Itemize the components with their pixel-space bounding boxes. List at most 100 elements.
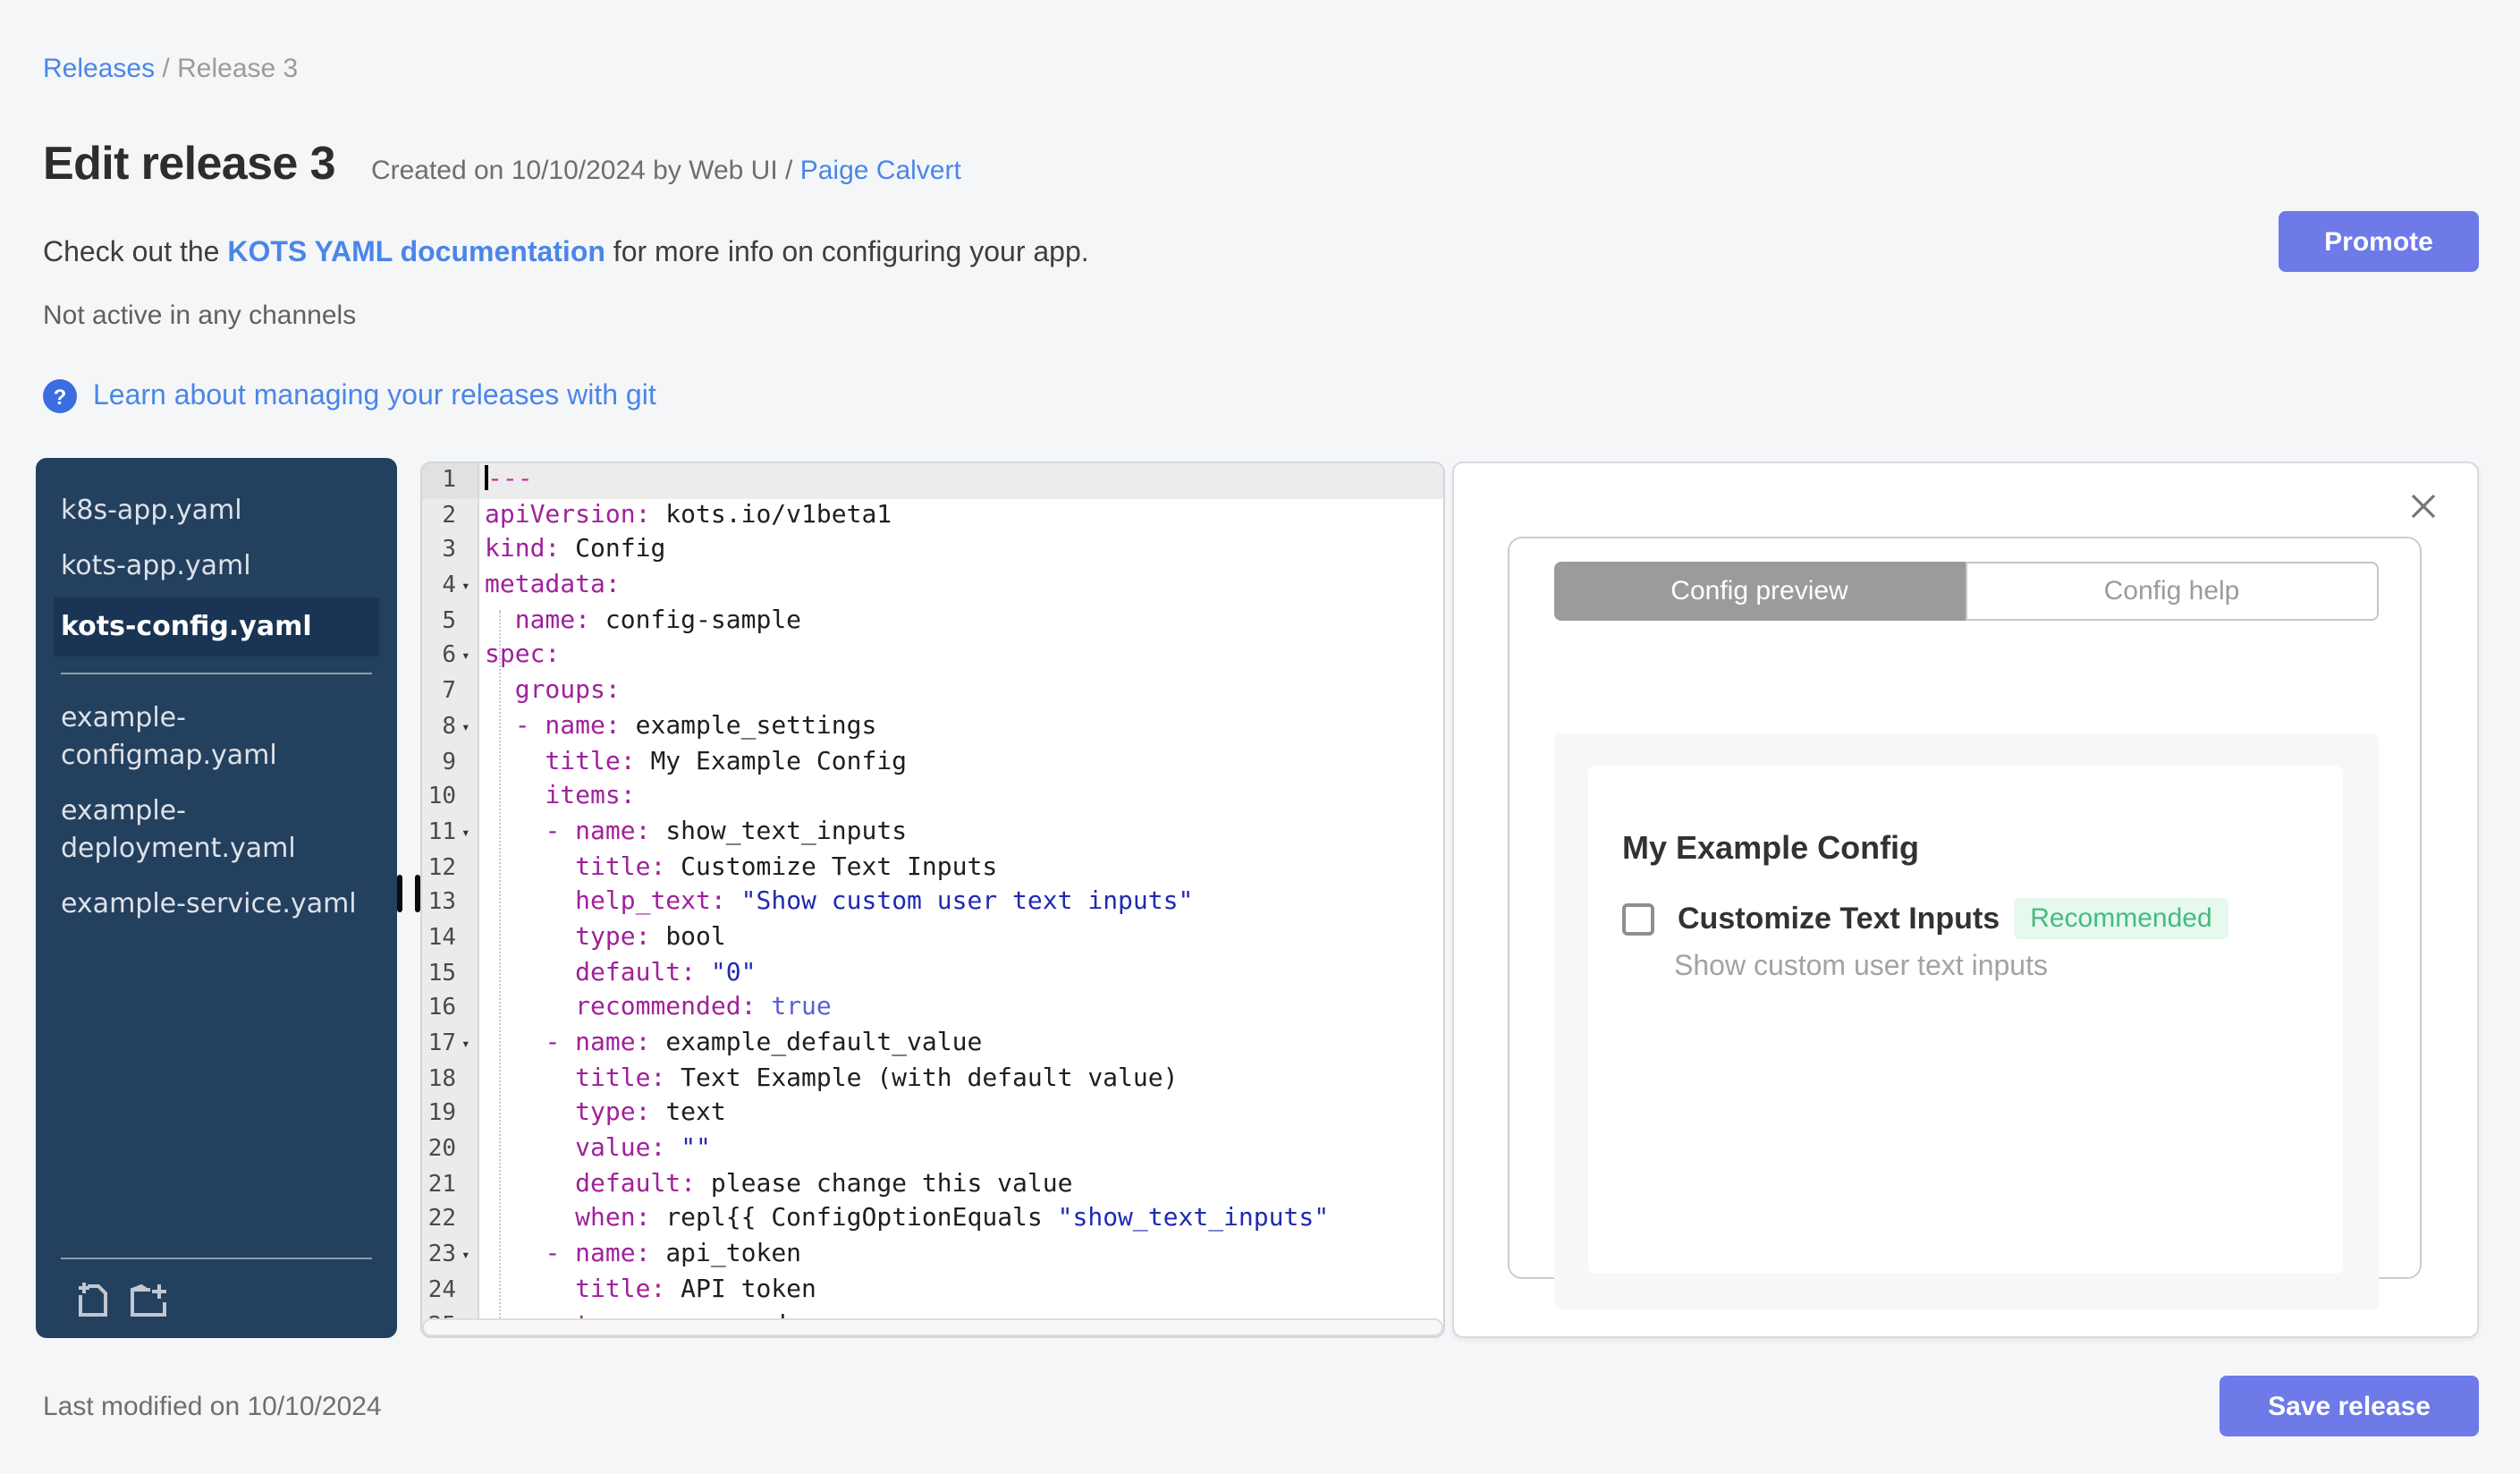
sidebar-file-kots-config.yaml[interactable]: kots-config.yaml bbox=[54, 597, 379, 657]
preview-content-area: My Example Config Customize Text Inputs … bbox=[1554, 733, 2379, 1309]
line-number-gutter: 1 bbox=[422, 463, 479, 499]
code-text: recommended: true bbox=[575, 993, 832, 1022]
close-icon[interactable] bbox=[2409, 492, 2438, 521]
fold-caret-icon[interactable]: ▾ bbox=[461, 1238, 478, 1273]
editor-line-4[interactable]: 4 ▾ metadata: bbox=[422, 569, 1443, 605]
editor-line-23[interactable]: 23 ▾ - name: api_token bbox=[422, 1238, 1443, 1274]
editor-line-6[interactable]: 6 ▾ spec: bbox=[422, 639, 1443, 675]
sidebar-file-example-deployment.yaml[interactable]: example-deployment.yaml bbox=[61, 784, 372, 877]
editor-line-3[interactable]: 3 kind: Config bbox=[422, 533, 1443, 570]
page-title: Edit release 3 bbox=[43, 136, 336, 190]
fold-caret-icon[interactable]: ▾ bbox=[461, 640, 478, 674]
editor-line-11[interactable]: 11 ▾ - name: show_text_inputs bbox=[422, 815, 1443, 851]
editor-line-20[interactable]: 20 value: "" bbox=[422, 1132, 1443, 1168]
code-text: groups: bbox=[514, 676, 621, 706]
config-item-label: Customize Text Inputs bbox=[1678, 901, 2000, 935]
line-number-gutter: 18 bbox=[422, 1062, 479, 1097]
promote-button[interactable]: Promote bbox=[2279, 211, 2479, 272]
code-text: - name: api_token bbox=[545, 1240, 802, 1269]
fold-caret-icon[interactable]: ▾ bbox=[461, 816, 478, 851]
editor-line-10[interactable]: 10 items: bbox=[422, 780, 1443, 816]
line-number-gutter: 2 bbox=[422, 498, 479, 534]
customize-text-inputs-checkbox[interactable] bbox=[1622, 902, 1654, 935]
sidebar-resize-handle[interactable] bbox=[397, 875, 402, 912]
editor-line-1[interactable]: 1 --- bbox=[422, 463, 1443, 499]
code-text: default: "0" bbox=[575, 958, 757, 987]
editor-line-18[interactable]: 18 title: Text Example (with default val… bbox=[422, 1062, 1443, 1097]
editor-line-17[interactable]: 17 ▾ - name: example_default_value bbox=[422, 1027, 1443, 1063]
line-number-gutter: 20 bbox=[422, 1132, 479, 1168]
line-number-gutter: 19 bbox=[422, 1097, 479, 1133]
yaml-code-editor[interactable]: 1 --- 2 apiVersion: kots.io/v1beta1 3 kind: C… bbox=[420, 462, 1445, 1338]
line-number-gutter: 21 bbox=[422, 1167, 479, 1203]
config-group-card: My Example Config Customize Text Inputs … bbox=[1588, 766, 2343, 1274]
line-number-gutter: 10 bbox=[422, 780, 479, 816]
line-number-gutter: 14 bbox=[422, 920, 479, 957]
git-help-link[interactable]: Learn about managing your releases with … bbox=[93, 380, 656, 412]
preview-tabs: Config preview Config help bbox=[1554, 562, 2379, 621]
editor-line-15[interactable]: 15 default: "0" bbox=[422, 956, 1443, 992]
code-text: - name: show_text_inputs bbox=[545, 817, 908, 846]
line-number-gutter: 23 ▾ bbox=[422, 1238, 479, 1274]
line-number-gutter: 16 bbox=[422, 991, 479, 1027]
editor-line-9[interactable]: 9 title: My Example Config bbox=[422, 745, 1443, 781]
editor-line-21[interactable]: 21 default: please change this value bbox=[422, 1167, 1443, 1203]
editor-line-14[interactable]: 14 type: bool bbox=[422, 920, 1443, 957]
editor-line-19[interactable]: 19 type: text bbox=[422, 1097, 1443, 1133]
code-text: spec: bbox=[485, 640, 561, 670]
fold-caret-icon[interactable]: ▾ bbox=[461, 1027, 478, 1062]
code-text: title: Customize Text Inputs bbox=[575, 852, 998, 882]
sidebar-file-k8s-app.yaml[interactable]: k8s-app.yaml bbox=[61, 483, 372, 538]
editor-line-12[interactable]: 12 title: Customize Text Inputs bbox=[422, 851, 1443, 886]
line-number-gutter: 22 bbox=[422, 1202, 479, 1239]
release-editor-page: Releases / Release 3 Edit release 3 Crea… bbox=[0, 0, 2520, 1474]
config-item-help-text: Show custom user text inputs bbox=[1674, 952, 2048, 982]
breadcrumb-releases-link[interactable]: Releases bbox=[43, 54, 155, 84]
fold-caret-icon[interactable]: ▾ bbox=[461, 710, 478, 745]
sidebar-file-kots-app.yaml[interactable]: kots-app.yaml bbox=[61, 538, 372, 594]
line-number-gutter: 8 ▾ bbox=[422, 709, 479, 745]
editor-line-13[interactable]: 13 help_text: "Show custom user text inp… bbox=[422, 885, 1443, 921]
editor-line-22[interactable]: 22 when: repl{{ ConfigOptionEquals "show… bbox=[422, 1202, 1443, 1239]
indent-guide bbox=[499, 610, 501, 1336]
fold-caret-icon[interactable]: ▾ bbox=[461, 569, 478, 604]
code-text: kind: Config bbox=[485, 535, 666, 564]
code-text: - name: example_default_value bbox=[545, 1029, 983, 1057]
editor-line-5[interactable]: 5 name: config-sample bbox=[422, 604, 1443, 640]
kots-yaml-docs-link[interactable]: KOTS YAML documentation bbox=[227, 238, 605, 268]
code-text: name: config-sample bbox=[514, 606, 802, 635]
recommended-badge: Recommended bbox=[2014, 898, 2228, 939]
line-number-gutter: 3 bbox=[422, 533, 479, 570]
line-number-gutter: 11 ▾ bbox=[422, 815, 479, 851]
code-text: title: API token bbox=[575, 1275, 816, 1304]
sidebar-file-example-service.yaml[interactable]: example-service.yaml bbox=[61, 877, 372, 932]
line-number-gutter: 12 bbox=[422, 851, 479, 886]
config-preview-panel: Config preview Config help My Example Con… bbox=[1452, 462, 2479, 1338]
add-file-icon[interactable] bbox=[75, 1281, 113, 1320]
editor-line-16[interactable]: 16 recommended: true bbox=[422, 991, 1443, 1027]
editor-horizontal-scrollbar[interactable] bbox=[422, 1318, 1443, 1336]
code-text: metadata: bbox=[485, 571, 621, 600]
git-help-row: ? Learn about managing your releases wit… bbox=[43, 379, 656, 413]
line-number-gutter: 13 bbox=[422, 885, 479, 921]
add-folder-icon[interactable] bbox=[127, 1281, 170, 1320]
breadcrumb: Releases / Release 3 bbox=[43, 54, 298, 84]
tab-config-preview[interactable]: Config preview bbox=[1554, 562, 1965, 621]
line-number-gutter: 7 bbox=[422, 674, 479, 710]
author-link[interactable]: Paige Calvert bbox=[800, 156, 961, 186]
sidebar-file-example-configmap.yaml[interactable]: example-configmap.yaml bbox=[61, 690, 372, 784]
code-text: default: please change this value bbox=[575, 1169, 1073, 1199]
code-text: when: repl{{ ConfigOptionEquals "show_te… bbox=[575, 1204, 1330, 1233]
breadcrumb-current: Release 3 bbox=[177, 54, 299, 84]
sidebar-bottom-divider bbox=[61, 1258, 372, 1259]
editor-line-7[interactable]: 7 groups: bbox=[422, 674, 1443, 710]
line-number-gutter: 17 ▾ bbox=[422, 1027, 479, 1063]
editor-line-8[interactable]: 8 ▾ - name: example_settings bbox=[422, 709, 1443, 745]
editor-line-24[interactable]: 24 title: API token bbox=[422, 1273, 1443, 1309]
save-release-button[interactable]: Save release bbox=[2220, 1376, 2479, 1436]
editor-line-2[interactable]: 2 apiVersion: kots.io/v1beta1 bbox=[422, 498, 1443, 534]
config-item-row: Customize Text Inputs Recommended bbox=[1622, 898, 2343, 939]
code-text: - name: example_settings bbox=[514, 711, 877, 741]
tab-config-help[interactable]: Config help bbox=[1965, 562, 2379, 621]
sidebar-divider bbox=[61, 673, 372, 674]
